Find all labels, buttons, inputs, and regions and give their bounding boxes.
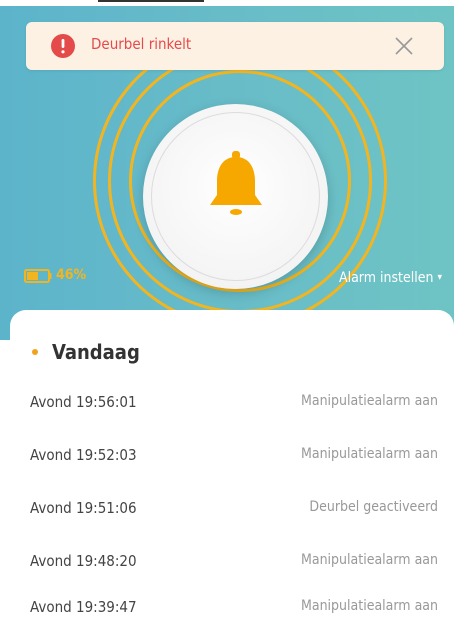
- log-event: Deurbel geactiveerd: [309, 499, 438, 515]
- log-event: Manipulatiealarm aan: [300, 393, 438, 409]
- caret-down-icon: ▾: [437, 272, 442, 283]
- event-log-panel: Vandaag Avond 19:56:01 Manipulatiealarm …: [10, 310, 454, 640]
- log-row[interactable]: Avond 19:48:20 Manipulatiealarm aan: [10, 540, 454, 584]
- battery-icon: [24, 269, 52, 283]
- top-edge: [0, 0, 454, 6]
- alarm-setting-button[interactable]: Alarm instellen ▾: [339, 270, 442, 286]
- log-row[interactable]: Avond 19:52:03 Manipulatiealarm aan: [10, 434, 454, 478]
- log-time: Avond 19:51:06: [30, 499, 137, 517]
- battery-percentage: 46%: [56, 267, 87, 283]
- section-title: Vandaag: [52, 340, 140, 364]
- log-event: Manipulatiealarm aan: [300, 598, 438, 614]
- log-event: Manipulatiealarm aan: [300, 552, 438, 568]
- banner-message: Deurbel rinkelt: [91, 35, 192, 53]
- alarm-setting-label: Alarm instellen: [338, 270, 434, 286]
- log-time: Avond 19:52:03: [30, 446, 137, 464]
- log-time: Avond 19:48:20: [30, 552, 137, 570]
- bell-icon: [210, 151, 262, 215]
- log-time: Avond 19:56:01: [30, 393, 137, 411]
- log-event: Manipulatiealarm aan: [300, 446, 438, 462]
- log-row[interactable]: Avond 19:56:01 Manipulatiealarm aan: [10, 381, 454, 425]
- doorbell-button[interactable]: [143, 104, 328, 289]
- section-dot: [32, 349, 38, 355]
- close-icon[interactable]: [394, 36, 414, 56]
- log-row[interactable]: Avond 19:51:06 Deurbel geactiveerd: [10, 487, 454, 531]
- alert-icon: [51, 34, 75, 58]
- log-time: Avond 19:39:47: [30, 598, 137, 616]
- log-row[interactable]: Avond 19:39:47 Manipulatiealarm aan: [10, 586, 454, 630]
- notification-banner: Deurbel rinkelt: [26, 22, 444, 70]
- top-edge-tab: [98, 0, 204, 2]
